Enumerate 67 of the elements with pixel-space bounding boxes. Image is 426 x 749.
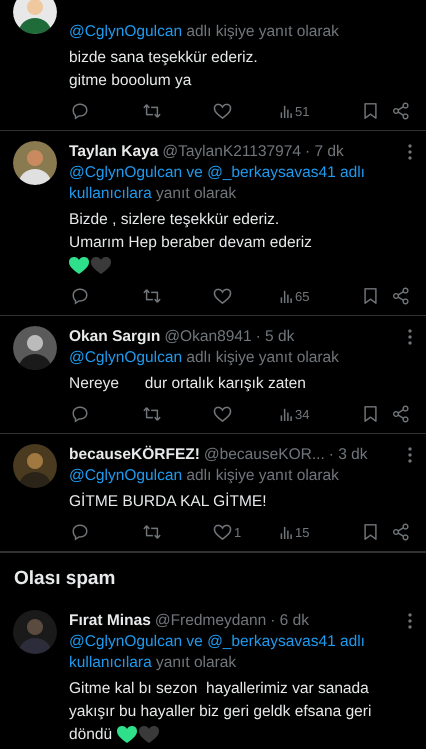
like-icon[interactable] xyxy=(213,288,232,304)
post-text: yakışır bu hayaller biz geri geldk efsana geri xyxy=(69,702,372,722)
post-text: döndü xyxy=(69,725,112,745)
repost-icon[interactable] xyxy=(142,287,162,305)
like-icon[interactable] xyxy=(213,102,232,120)
post-time: · 5 dk xyxy=(256,327,294,347)
more-icon[interactable] xyxy=(408,144,412,160)
post-text: bizde sana teşekkür ederiz. xyxy=(69,48,258,68)
post-time: · 3 dk xyxy=(328,445,368,465)
view-count: 65 xyxy=(295,288,310,304)
mention-link[interactable]: @CglynOgulcan ve @_berkaysavas41 adlı xyxy=(69,633,365,650)
more-icon[interactable] xyxy=(408,446,412,462)
views-icon[interactable] xyxy=(280,524,293,540)
bookmark-icon[interactable] xyxy=(363,523,378,541)
repost-icon[interactable] xyxy=(142,102,162,120)
bookmark-icon[interactable] xyxy=(363,102,378,120)
user-name[interactable]: becauseKÖRFEZ! xyxy=(69,444,200,465)
post-text: GİTME BURDA KAL GİTME! xyxy=(69,492,267,512)
reply-context: @CglynOgulcan ve @_berkaysavas41 adlı kullanıcılara yanıt olarak xyxy=(69,632,366,673)
post-text: Nereye dur ortalık karışık zaten xyxy=(69,374,306,394)
reply-icon[interactable] xyxy=(71,102,89,120)
user-handle: @Okan8941 xyxy=(164,327,252,347)
mention-link[interactable]: @CglynOgulcan xyxy=(69,23,182,40)
views-icon[interactable] xyxy=(280,288,293,304)
repost-icon[interactable] xyxy=(142,523,162,541)
user-handle: @becauseKOR... xyxy=(204,445,325,465)
bookmark-icon[interactable] xyxy=(363,405,378,423)
post-text: Bizde , sizlere teşekkür ederiz. xyxy=(69,210,280,230)
share-icon[interactable] xyxy=(392,287,410,305)
user-handle: @Fredmeydann xyxy=(154,611,266,631)
post-time: · 7 dk xyxy=(305,142,344,162)
more-icon[interactable] xyxy=(408,328,412,344)
post-text: gitme booolum ya xyxy=(69,71,192,91)
share-icon[interactable] xyxy=(392,102,410,120)
user-name[interactable]: Fırat Minas xyxy=(69,610,151,631)
mention-link[interactable]: @CglynOgulcan ve @_berkaysavas41 adlı xyxy=(69,164,365,181)
view-count: 51 xyxy=(295,104,310,118)
mention-link[interactable]: kullanıcılara xyxy=(69,654,152,671)
share-icon[interactable] xyxy=(392,523,410,541)
reply-icon[interactable] xyxy=(71,523,89,541)
reply-context: @CglynOgulcan adlı kişiye yanıt olarak xyxy=(69,348,340,368)
repost-icon[interactable] xyxy=(142,405,162,423)
section-heading: Olası spam xyxy=(0,552,426,600)
reply-context: @CglynOgulcan adlı kişiye yanıt olarak xyxy=(69,22,340,42)
reply-context: @CglynOgulcan adlı kişiye yanıt olarak xyxy=(69,466,340,486)
mention-link[interactable]: kullanıcılara xyxy=(69,185,152,202)
user-name[interactable]: Taylan Kaya xyxy=(69,141,158,162)
user-handle: @TaylanK21137974 xyxy=(162,142,302,162)
view-count: 15 xyxy=(295,524,310,540)
like-icon[interactable] xyxy=(213,524,232,540)
view-count: 34 xyxy=(295,406,310,422)
post-text: Gitme kal bı sezon hayallerimiz var sanada xyxy=(69,679,369,699)
more-icon[interactable] xyxy=(408,612,412,628)
like-icon[interactable] xyxy=(213,406,232,422)
mention-link[interactable]: @CglynOgulcan xyxy=(69,349,182,366)
views-icon[interactable] xyxy=(280,104,293,118)
post-text: Umarım Hep beraber devam ederiz xyxy=(69,233,312,253)
share-icon[interactable] xyxy=(392,405,410,423)
reply-icon[interactable] xyxy=(71,287,89,305)
post-time: · 6 dk xyxy=(270,611,309,631)
reply-icon[interactable] xyxy=(71,405,89,423)
mention-link[interactable]: @CglynOgulcan xyxy=(69,467,182,484)
reply-context: @CglynOgulcan ve @_berkaysavas41 adlı kullanıcılara yanıt olarak xyxy=(69,163,366,204)
user-name[interactable]: Okan Sargın xyxy=(69,326,160,347)
views-icon[interactable] xyxy=(280,406,293,422)
bookmark-icon[interactable] xyxy=(363,287,378,305)
like-count: 1 xyxy=(234,524,242,540)
